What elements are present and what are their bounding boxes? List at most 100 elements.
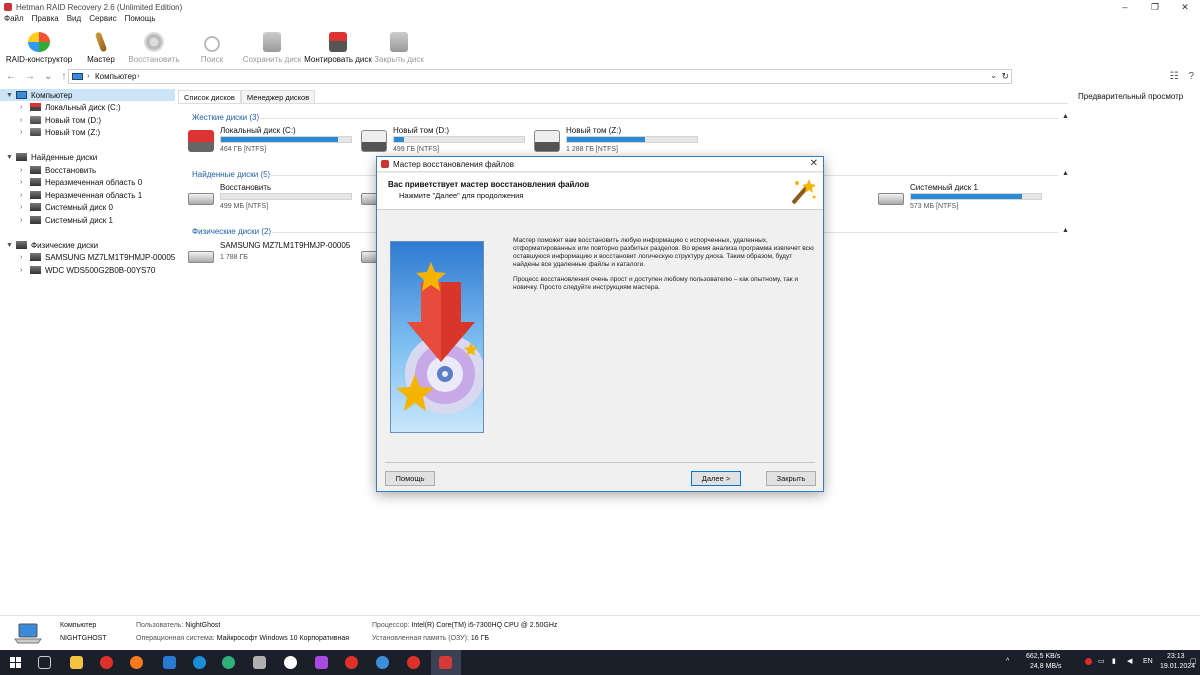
raid-constructor-button[interactable]: RAID-конструктор [0, 28, 78, 64]
minimize-button[interactable]: – [1110, 0, 1140, 14]
collapse-icon[interactable]: ▲ [1062, 227, 1069, 234]
qbittorrent-icon[interactable] [376, 656, 389, 669]
opera-icon[interactable] [345, 656, 358, 669]
usage-bar [393, 136, 525, 143]
expand-icon[interactable]: ▼ [6, 154, 16, 161]
yandex-icon[interactable] [284, 656, 297, 669]
save-disk-button[interactable]: Сохранить диск [240, 28, 304, 64]
tree-item[interactable]: › Системный диск 1 [20, 214, 113, 226]
disk-tile-restore[interactable]: Восстановить 499 МБ [NTFS] [188, 183, 358, 219]
expand-icon[interactable]: ▼ [6, 92, 16, 99]
tree-item[interactable]: › Новый том (D:) [20, 114, 101, 126]
wizard-button[interactable]: Мастер [78, 28, 124, 64]
disk-tile-system-1[interactable]: Системный диск 1 573 МБ [NTFS] [878, 183, 1048, 219]
battery-icon[interactable]: ▮ [1112, 657, 1116, 665]
tree-item[interactable]: › Неразмеченная область 0 [20, 176, 142, 188]
close-button[interactable]: ✕ [1170, 0, 1200, 14]
refresh-icon[interactable]: ↻ [1001, 71, 1009, 82]
usage-bar [220, 193, 352, 200]
address-bar[interactable]: › Компьютер › ⌄ ↻ [68, 69, 1012, 84]
tree-item[interactable]: › Локальный диск (C:) [20, 101, 121, 113]
user-name: NightGhost [185, 622, 221, 629]
maximize-button[interactable]: ❐ [1140, 0, 1170, 14]
menu-edit[interactable]: Правка [32, 14, 59, 26]
drive-icon [30, 266, 41, 274]
app-icon-blue[interactable] [163, 656, 176, 669]
tree-item[interactable]: › Неразмеченная область 1 [20, 189, 142, 201]
tree-item[interactable]: › SAMSUNG MZ7LM1T9HMJP-00005 [20, 251, 175, 263]
close-dialog-button[interactable]: Закрыть [766, 471, 816, 486]
drive-icon [30, 116, 41, 124]
language-indicator[interactable]: EN [1143, 658, 1153, 665]
app-icon [381, 160, 389, 168]
back-arrow-icon[interactable]: ← [6, 71, 16, 82]
dropdown-chevron-icon[interactable]: ⌄ [44, 71, 52, 82]
help-button[interactable]: Помощь [385, 471, 435, 486]
menu-service[interactable]: Сервис [89, 14, 116, 26]
tab-disk-manager[interactable]: Менеджер дисков [240, 90, 316, 104]
close-disk-button[interactable]: Закрыть диск [372, 28, 426, 64]
usage-bar [220, 136, 352, 143]
task-view-icon[interactable] [38, 656, 51, 669]
disk-tile-samsung[interactable]: SAMSUNG MZ7LM1T9HMJP-00005 1 788 ГБ [188, 241, 358, 277]
search-button[interactable]: Поиск [184, 28, 240, 64]
dialog-title-bar: Мастер восстановления файлов ✕ [377, 157, 823, 172]
menu-help[interactable]: Помощь [125, 14, 156, 26]
physical-disks-icon [16, 241, 27, 249]
menu-file[interactable]: Файл [4, 14, 24, 26]
menu-view[interactable]: Вид [67, 14, 81, 26]
section-physical-disks: Физические диски (2) [192, 227, 272, 236]
network-icon[interactable]: ▭ [1098, 657, 1105, 665]
dialog-subheading: Нажмите "Далее" для продолжения [399, 191, 524, 200]
mount-disk-button[interactable]: Монтировать диск [304, 28, 372, 64]
drive-icon [30, 166, 41, 174]
app-icon-purple[interactable] [315, 656, 328, 669]
app-icon-circle[interactable] [193, 656, 206, 669]
tree-item[interactable]: › WDC WDS500G2B0B-00YS70 [20, 264, 155, 276]
dialog-title: Мастер восстановления файлов [393, 160, 514, 169]
edge-icon[interactable] [222, 656, 235, 669]
dialog-close-icon[interactable]: ✕ [810, 158, 818, 169]
next-button[interactable]: Далее > [691, 471, 741, 486]
tree-physical-disks[interactable]: ▼ Физические диски [6, 239, 98, 251]
help-icon[interactable]: ? [1188, 71, 1194, 82]
opera-gx-icon[interactable] [407, 656, 420, 669]
tray-up-arrow-icon[interactable]: ^ [1006, 658, 1009, 665]
disk-tile-c[interactable]: Локальный диск (C:) 464 ГБ [NTFS] [188, 126, 358, 162]
tree-computer[interactable]: ▼ Компьютер [0, 89, 175, 101]
tree-found-disks[interactable]: ▼ Найденные диски [6, 151, 97, 163]
tree-item[interactable]: › Новый том (Z:) [20, 126, 100, 138]
windows-start-icon[interactable] [10, 657, 21, 668]
status-bar: Компьютер NIGHTGHOST Пользователь: Night… [0, 615, 1200, 650]
collapse-icon[interactable]: ▲ [1062, 170, 1069, 177]
collapse-icon[interactable]: ▲ [1062, 113, 1069, 120]
tree-item[interactable]: › Системный диск 0 [20, 201, 113, 213]
address-dropdown-icon[interactable]: ⌄ [990, 71, 997, 80]
clock-time[interactable]: 23:13 [1167, 653, 1185, 660]
description-paragraph: Процесс восстановления очень прост и дос… [513, 276, 799, 291]
media-icon[interactable] [253, 656, 266, 669]
drive-icon [30, 253, 41, 261]
notifications-icon[interactable]: ▢ [1190, 657, 1197, 665]
tree-item[interactable]: › Восстановить [20, 164, 96, 176]
speaker-icon[interactable]: ◀ [1127, 657, 1132, 665]
restore-button[interactable]: Восстановить [124, 28, 184, 64]
view-options-icon[interactable]: ☷ [1169, 71, 1178, 82]
breadcrumb-computer[interactable]: Компьютер [95, 72, 136, 81]
window-title: Hetman RAID Recovery 2.6 (Unlimited Edit… [16, 3, 183, 12]
usb-drive-icon [534, 130, 560, 152]
app-icon-red[interactable] [100, 656, 113, 669]
firefox-icon[interactable] [130, 656, 143, 669]
notification-badge-icon[interactable] [1085, 658, 1092, 665]
menu-bar: Файл Правка Вид Сервис Помощь [0, 14, 156, 26]
mount-disk-icon [329, 32, 347, 52]
save-disk-icon [263, 32, 281, 52]
forward-arrow-icon[interactable]: → [25, 71, 35, 82]
expand-icon[interactable]: ▼ [6, 242, 16, 249]
title-bar: Hetman RAID Recovery 2.6 (Unlimited Edit… [0, 0, 1200, 14]
drive-icon [30, 203, 41, 211]
up-arrow-icon[interactable]: ↑ [61, 71, 66, 82]
file-explorer-icon[interactable] [70, 656, 83, 669]
raid-recovery-taskbar-icon[interactable] [439, 656, 452, 669]
tab-disk-list[interactable]: Список дисков [178, 90, 241, 104]
